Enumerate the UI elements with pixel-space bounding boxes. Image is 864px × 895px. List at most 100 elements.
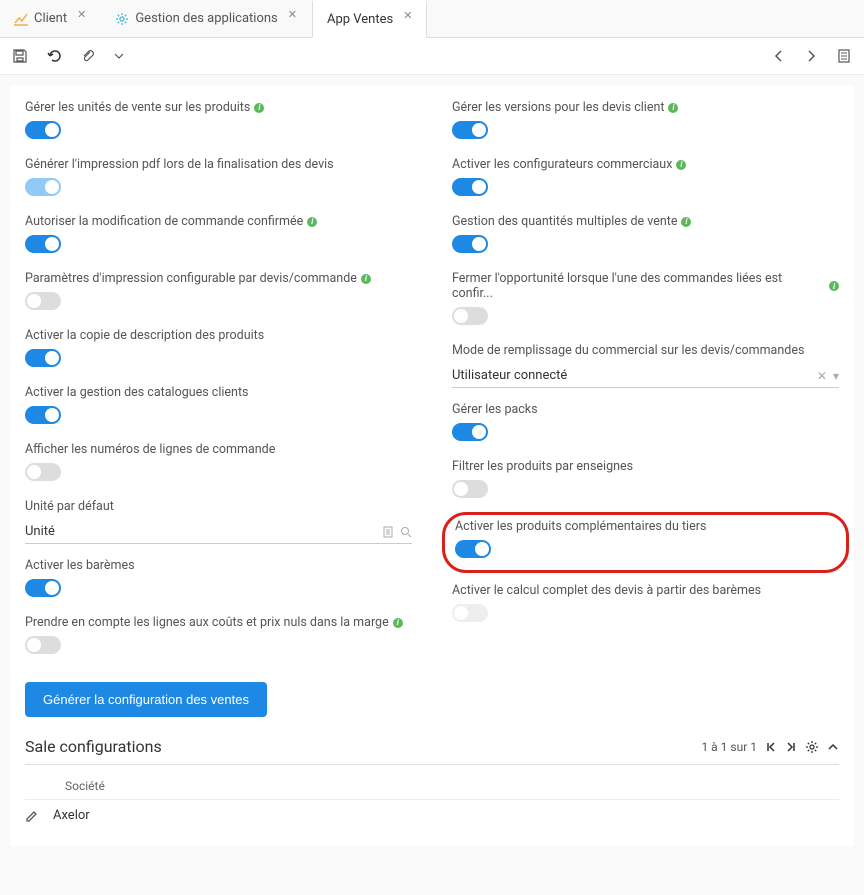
salesperson-mode-select[interactable]: Utilisateur connecté ✕ ▾ xyxy=(452,364,839,388)
collapse-icon[interactable] xyxy=(827,741,839,753)
tab-label: Gestion des applications xyxy=(135,11,277,26)
info-icon: i xyxy=(681,217,691,227)
label: Autoriser la modification de commande co… xyxy=(25,214,303,229)
toggle-baremes[interactable] xyxy=(25,579,61,597)
toggle-margin-zero[interactable] xyxy=(25,636,61,654)
field-allow-confirmed-edit: Autoriser la modification de commande co… xyxy=(25,214,412,257)
toggle-close-opportunity[interactable] xyxy=(452,307,488,325)
tab-client[interactable]: Client ✕ xyxy=(0,0,101,37)
table-row[interactable]: Axelor xyxy=(25,800,839,831)
tab-label: App Ventes xyxy=(327,12,393,27)
search-icon[interactable] xyxy=(400,526,412,538)
label: Activer les configurateurs commerciaux xyxy=(452,157,672,172)
select-value: Utilisateur connecté xyxy=(452,368,567,383)
gear-icon xyxy=(115,12,129,26)
field-packs: Gérer les packs xyxy=(452,402,839,445)
save-icon[interactable] xyxy=(12,48,28,64)
field-close-opportunity: Fermer l'opportunité lorsque l'une des c… xyxy=(452,271,839,329)
edit-icon[interactable] xyxy=(382,526,394,538)
gear-icon[interactable] xyxy=(805,740,819,754)
next-icon[interactable] xyxy=(804,49,818,63)
select-value: Unité xyxy=(25,524,55,539)
tab-label: Client xyxy=(34,11,67,26)
toggle-filter-brands[interactable] xyxy=(452,480,488,498)
field-line-numbers: Afficher les numéros de lignes de comman… xyxy=(25,442,412,485)
default-unit-select[interactable]: Unité xyxy=(25,520,412,544)
label: Filtrer les produits par enseignes xyxy=(452,459,633,474)
info-icon: i xyxy=(676,160,686,170)
sale-config-title: Sale configurations xyxy=(25,737,162,756)
clear-icon[interactable]: ✕ xyxy=(817,369,827,383)
label: Activer la gestion des catalogues client… xyxy=(25,385,248,400)
info-icon: i xyxy=(307,217,317,227)
chevron-down-icon[interactable]: ▾ xyxy=(833,369,839,383)
cell-company: Axelor xyxy=(53,808,90,823)
toggle-configurators[interactable] xyxy=(452,178,488,196)
field-filter-brands: Filtrer les produits par enseignes xyxy=(452,459,839,502)
field-margin-zero: Prendre en compte les lignes aux coûts e… xyxy=(25,615,412,658)
info-icon: i xyxy=(361,274,371,284)
field-baremes: Activer les barèmes xyxy=(25,558,412,601)
info-icon: i xyxy=(254,103,264,113)
label: Gérer les packs xyxy=(452,402,538,417)
toggle-full-calc xyxy=(452,604,488,622)
toggle-complementary-products[interactable] xyxy=(455,540,491,558)
field-version-quotes: Gérer les versions pour les devis client… xyxy=(452,100,839,143)
label: Activer le calcul complet des devis à pa… xyxy=(452,583,761,598)
label: Activer la copie de description des prod… xyxy=(25,328,264,343)
label: Générer l'impression pdf lors de la fina… xyxy=(25,157,334,172)
toggle-packs[interactable] xyxy=(452,423,488,441)
generate-config-button[interactable]: Générer la configuration des ventes xyxy=(25,682,267,717)
toggle-print-params[interactable] xyxy=(25,292,61,310)
sale-configurations: Sale configurations 1 à 1 sur 1 Société … xyxy=(25,737,839,831)
label: Activer les barèmes xyxy=(25,558,135,573)
attachment-icon[interactable] xyxy=(80,48,96,64)
label: Gérer les unités de vente sur les produi… xyxy=(25,100,250,115)
field-copy-desc: Activer la copie de description des prod… xyxy=(25,328,412,371)
dropdown-caret-icon[interactable] xyxy=(114,51,124,61)
document-icon[interactable] xyxy=(836,48,852,64)
label: Activer les produits complémentaires du … xyxy=(455,519,706,534)
undo-icon[interactable] xyxy=(46,48,62,64)
label: Prendre en compte les lignes aux coûts e… xyxy=(25,615,389,630)
toggle-manage-sale-units[interactable] xyxy=(25,121,61,139)
field-complementary-products: Activer les produits complémentaires du … xyxy=(455,519,836,562)
info-icon: i xyxy=(829,281,839,291)
field-multi-qty: Gestion des quantités multiples de vente… xyxy=(452,214,839,257)
prev-icon[interactable] xyxy=(772,49,786,63)
toggle-catalogs[interactable] xyxy=(25,406,61,424)
toggle-multi-qty[interactable] xyxy=(452,235,488,253)
toggle-allow-confirmed-edit[interactable] xyxy=(25,235,61,253)
field-salesperson-mode: Mode de remplissage du commercial sur le… xyxy=(452,343,839,388)
chart-icon xyxy=(14,12,28,26)
tab-bar: Client ✕ Gestion des applications ✕ App … xyxy=(0,0,864,38)
tab-app-ventes[interactable]: App Ventes ✕ xyxy=(312,0,427,38)
toggle-version-quotes[interactable] xyxy=(452,121,488,139)
last-page-icon[interactable] xyxy=(785,741,797,753)
highlight-annotation: Activer les produits complémentaires du … xyxy=(442,512,849,573)
tab-apps-management[interactable]: Gestion des applications ✕ xyxy=(101,0,312,37)
close-icon[interactable]: ✕ xyxy=(77,8,86,21)
label: Unité par défaut xyxy=(25,499,114,514)
pager-text: 1 à 1 sur 1 xyxy=(701,740,757,754)
first-page-icon[interactable] xyxy=(765,741,777,753)
info-icon: i xyxy=(393,618,403,628)
field-generate-pdf: Générer l'impression pdf lors de la fina… xyxy=(25,157,412,200)
label: Mode de remplissage du commercial sur le… xyxy=(452,343,804,358)
column-company: Société xyxy=(25,773,839,800)
toggle-line-numbers[interactable] xyxy=(25,463,61,481)
field-print-params: Paramètres d'impression configurable par… xyxy=(25,271,412,314)
toggle-copy-desc[interactable] xyxy=(25,349,61,367)
edit-row-icon[interactable] xyxy=(25,809,39,823)
label: Gérer les versions pour les devis client xyxy=(452,100,664,115)
field-manage-sale-units: Gérer les unités de vente sur les produi… xyxy=(25,100,412,143)
close-icon[interactable]: ✕ xyxy=(288,8,297,21)
label: Gestion des quantités multiples de vente xyxy=(452,214,677,229)
toggle-generate-pdf xyxy=(25,178,61,196)
toolbar xyxy=(0,38,864,75)
field-configurators: Activer les configurateurs commerciaux i xyxy=(452,157,839,200)
close-icon[interactable]: ✕ xyxy=(403,9,412,22)
field-default-unit: Unité par défaut Unité xyxy=(25,499,412,544)
form-content: Gérer les unités de vente sur les produi… xyxy=(10,85,854,846)
label: Fermer l'opportunité lorsque l'une des c… xyxy=(452,271,825,301)
